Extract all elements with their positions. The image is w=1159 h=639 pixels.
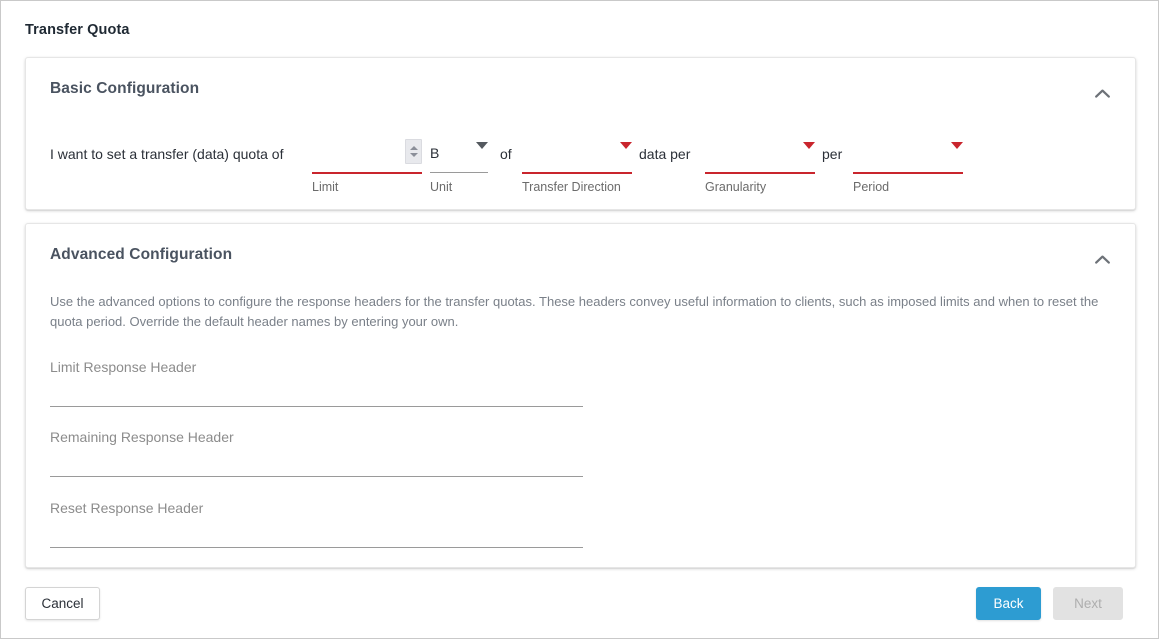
chevron-down-icon[interactable] xyxy=(476,142,488,149)
chevron-down-icon[interactable] xyxy=(620,142,632,149)
granularity-label: Granularity xyxy=(705,180,766,194)
transfer-direction-label: Transfer Direction xyxy=(522,180,621,194)
chevron-up-icon xyxy=(1095,86,1110,101)
phrase-of: of xyxy=(500,146,512,162)
advanced-configuration-card: Advanced Configuration Use the advanced … xyxy=(25,223,1136,568)
limit-response-header-field[interactable]: Limit Response Header xyxy=(50,359,583,407)
phrase-data-per: data per xyxy=(639,146,690,162)
limit-field[interactable]: Limit xyxy=(312,142,422,194)
unit-dropdown[interactable]: B Unit xyxy=(430,142,488,194)
remaining-response-header-underline xyxy=(50,476,583,477)
stepper-down-icon[interactable] xyxy=(410,153,418,157)
transfer-direction-underline xyxy=(522,172,632,174)
chevron-down-icon[interactable] xyxy=(803,142,815,149)
basic-configuration-collapse-button[interactable] xyxy=(1087,78,1117,108)
back-button[interactable]: Back xyxy=(976,587,1041,620)
advanced-configuration-collapse-button[interactable] xyxy=(1087,244,1117,274)
basic-configuration-card: Basic Configuration I want to set a tran… xyxy=(25,57,1136,210)
advanced-configuration-title: Advanced Configuration xyxy=(50,246,232,264)
chevron-up-icon xyxy=(1095,252,1110,267)
unit-underline xyxy=(430,172,488,173)
quota-sentence-form: I want to set a transfer (data) quota of… xyxy=(50,120,1110,200)
stepper-up-icon[interactable] xyxy=(410,146,418,150)
reset-response-header-placeholder: Reset Response Header xyxy=(50,500,203,516)
advanced-configuration-description: Use the advanced options to configure th… xyxy=(50,292,1112,332)
unit-value: B xyxy=(430,142,439,164)
phrase-intro: I want to set a transfer (data) quota of xyxy=(50,146,283,162)
transfer-direction-dropdown[interactable]: Transfer Direction xyxy=(522,142,632,194)
remaining-response-header-field[interactable]: Remaining Response Header xyxy=(50,429,583,477)
basic-configuration-title: Basic Configuration xyxy=(50,80,199,98)
period-dropdown[interactable]: Period xyxy=(853,142,963,194)
limit-response-header-placeholder: Limit Response Header xyxy=(50,359,196,375)
transfer-quota-wizard-page: Transfer Quota Basic Configuration I wan… xyxy=(0,0,1159,639)
limit-number-stepper[interactable] xyxy=(405,139,422,164)
reset-response-header-field[interactable]: Reset Response Header xyxy=(50,500,583,548)
period-label: Period xyxy=(853,180,889,194)
page-title: Transfer Quota xyxy=(25,22,130,38)
granularity-underline xyxy=(705,172,815,174)
reset-response-header-underline xyxy=(50,547,583,548)
phrase-per: per xyxy=(822,146,842,162)
cancel-button[interactable]: Cancel xyxy=(25,587,100,620)
chevron-down-icon[interactable] xyxy=(951,142,963,149)
limit-label: Limit xyxy=(312,180,338,194)
limit-underline xyxy=(312,172,422,174)
granularity-dropdown[interactable]: Granularity xyxy=(705,142,815,194)
unit-label: Unit xyxy=(430,180,452,194)
next-button: Next xyxy=(1053,587,1123,620)
limit-response-header-underline xyxy=(50,406,583,407)
remaining-response-header-placeholder: Remaining Response Header xyxy=(50,429,234,445)
period-underline xyxy=(853,172,963,174)
